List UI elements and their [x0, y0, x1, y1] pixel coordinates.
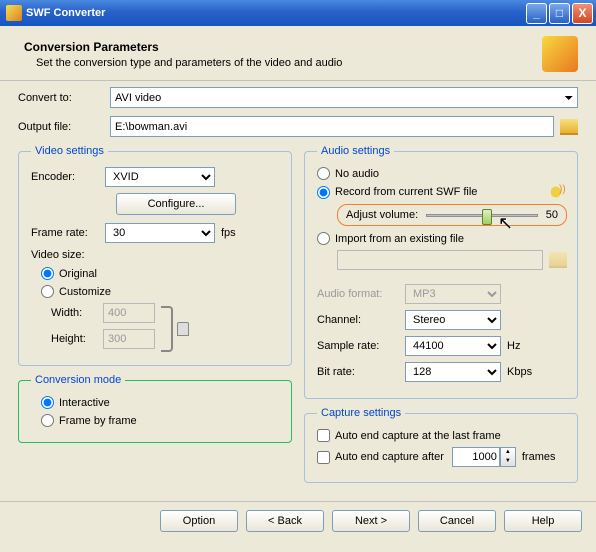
- framerate-select[interactable]: 30: [105, 223, 215, 243]
- help-button[interactable]: Help: [504, 510, 582, 532]
- page-title: Conversion Parameters: [24, 40, 542, 54]
- bitrate-unit: Kbps: [507, 366, 532, 378]
- framerate-label: Frame rate:: [31, 227, 105, 239]
- auto-end-frames-input[interactable]: [452, 447, 500, 467]
- maximize-button[interactable]: □: [549, 3, 570, 24]
- next-button[interactable]: Next >: [332, 510, 410, 532]
- audio-format-select: MP3: [405, 284, 501, 304]
- auto-end-last-checkbox[interactable]: [317, 429, 330, 442]
- bitrate-label: Bit rate:: [317, 366, 405, 378]
- sample-rate-label: Sample rate:: [317, 340, 405, 352]
- sample-rate-select[interactable]: 44100: [405, 336, 501, 356]
- encoder-select[interactable]: XVID: [105, 167, 215, 187]
- no-audio-label[interactable]: No audio: [335, 168, 379, 180]
- import-label[interactable]: Import from an existing file: [335, 233, 464, 245]
- interactive-radio[interactable]: [41, 396, 54, 409]
- adjust-volume-box: Adjust volume: 50: [337, 204, 567, 226]
- frames-unit: frames: [522, 451, 556, 463]
- speaker-icon[interactable]: [551, 185, 567, 199]
- cancel-button[interactable]: Cancel: [418, 510, 496, 532]
- import-browse-icon: [549, 252, 567, 268]
- auto-end-last-label[interactable]: Auto end capture at the last frame: [335, 430, 501, 442]
- capture-settings-group: Capture settings Auto end capture at the…: [304, 407, 578, 483]
- customize-radio[interactable]: [41, 285, 54, 298]
- lock-icon[interactable]: [177, 322, 189, 336]
- bitrate-select[interactable]: 128: [405, 362, 501, 382]
- import-radio[interactable]: [317, 232, 330, 245]
- close-button[interactable]: X: [572, 3, 593, 24]
- titlebar: SWF Converter _ □ X: [0, 0, 596, 26]
- page-subtitle: Set the conversion type and parameters o…: [24, 57, 542, 69]
- option-button[interactable]: Option: [160, 510, 238, 532]
- sample-rate-unit: Hz: [507, 340, 520, 352]
- no-audio-radio[interactable]: [317, 167, 330, 180]
- capture-settings-legend: Capture settings: [317, 407, 405, 419]
- height-label: Height:: [51, 333, 103, 345]
- output-file-input[interactable]: [110, 116, 554, 137]
- record-label[interactable]: Record from current SWF file: [335, 186, 477, 198]
- configure-button[interactable]: Configure...: [116, 193, 236, 215]
- original-label[interactable]: Original: [59, 268, 97, 280]
- app-icon: [6, 5, 22, 21]
- browse-folder-icon[interactable]: [560, 119, 578, 135]
- record-radio[interactable]: [317, 186, 330, 199]
- height-input: [103, 329, 155, 349]
- encoder-label: Encoder:: [31, 171, 105, 183]
- adjust-volume-label: Adjust volume:: [346, 209, 418, 221]
- interactive-label[interactable]: Interactive: [59, 397, 110, 409]
- link-bracket-icon: [161, 306, 173, 352]
- audio-settings-group: Audio settings No audio Record from curr…: [304, 145, 578, 399]
- volume-slider-thumb[interactable]: [482, 209, 492, 225]
- conversion-mode-group: Conversion mode Interactive Frame by fra…: [18, 374, 292, 443]
- channel-select[interactable]: Stereo: [405, 310, 501, 330]
- auto-end-after-label[interactable]: Auto end capture after: [335, 451, 444, 463]
- channel-label: Channel:: [317, 314, 405, 326]
- volume-slider[interactable]: [426, 214, 538, 217]
- frame-by-frame-label[interactable]: Frame by frame: [59, 415, 137, 427]
- convert-to-select[interactable]: AVI video: [110, 87, 578, 108]
- conversion-mode-legend: Conversion mode: [31, 374, 125, 386]
- video-settings-group: Video settings Encoder: XVID Configure..…: [18, 145, 292, 366]
- volume-value: 50: [546, 209, 558, 221]
- customize-label[interactable]: Customize: [59, 286, 111, 298]
- frames-spinner[interactable]: ▲▼: [500, 447, 516, 467]
- minimize-button[interactable]: _: [526, 3, 547, 24]
- import-file-input: [337, 250, 543, 270]
- frame-by-frame-radio[interactable]: [41, 414, 54, 427]
- header-logo-icon: [542, 36, 578, 72]
- original-radio[interactable]: [41, 267, 54, 280]
- footer: Option < Back Next > Cancel Help: [0, 501, 596, 540]
- window-title: SWF Converter: [26, 7, 524, 19]
- video-size-label: Video size:: [31, 249, 85, 261]
- width-input: [103, 303, 155, 323]
- audio-settings-legend: Audio settings: [317, 145, 394, 157]
- back-button[interactable]: < Back: [246, 510, 324, 532]
- convert-to-label: Convert to:: [18, 92, 110, 104]
- auto-end-after-checkbox[interactable]: [317, 451, 330, 464]
- width-label: Width:: [51, 307, 103, 319]
- audio-format-label: Audio format:: [317, 288, 405, 300]
- output-file-label: Output file:: [18, 121, 110, 133]
- framerate-unit: fps: [221, 227, 236, 239]
- header: Conversion Parameters Set the conversion…: [0, 26, 596, 81]
- video-settings-legend: Video settings: [31, 145, 108, 157]
